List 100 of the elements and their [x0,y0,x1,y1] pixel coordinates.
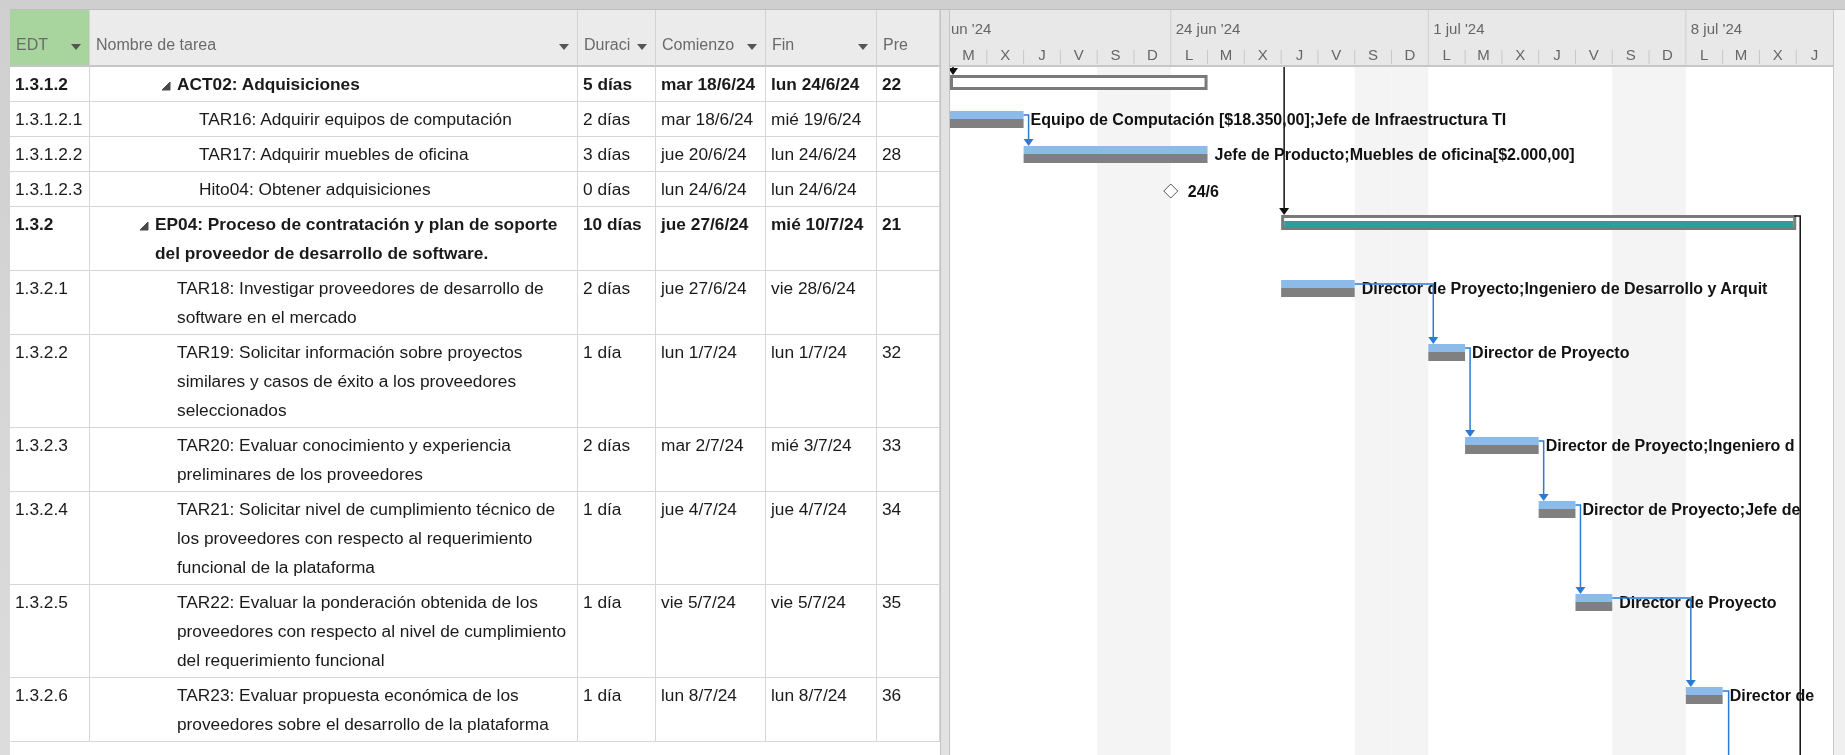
day-label: V [1073,46,1084,63]
start-date-cell: jue 27/6/24 [656,271,766,335]
start-date-cell: mar 18/6/24 [656,67,766,102]
day-label: M [962,46,975,63]
duration-cell: 1 día [578,492,656,585]
wbs-cell: 1.3.1.2.2 [10,137,90,172]
wbs-cell: 1.3.2.2 [10,335,90,428]
task-bar[interactable] [1685,687,1723,704]
duration-cell: 3 días [578,137,656,172]
task-name: TAR20: Evaluar conocimiento y experiencia preliminares de los proveedores [177,434,512,486]
day-label: J [1553,46,1561,63]
day-label: J [1810,46,1819,63]
start-date-cell: lun 8/7/24 [656,678,766,742]
task-name: EP04: Proceso de contratación y plan de soporte del proveedor de desarrollo de software. [155,213,559,265]
duration-cell: 2 días [578,271,656,335]
duration-cell: 2 días [578,428,656,492]
duration-cell: 5 días [578,67,656,102]
dropdown-arrow-icon[interactable] [747,44,757,50]
dropdown-arrow-icon[interactable] [858,44,868,50]
column-header[interactable]: Duraci [578,10,656,67]
duration-cell: 10 días [578,207,656,271]
task-name: TAR19: Solicitar información sobre proyectos similares y casos de éxito a los proveedores seleccionados [177,341,524,422]
start-date-cell: lun 24/6/24 [656,172,766,207]
wbs-cell: 1.3.2.3 [10,428,90,492]
task-bar[interactable] [1428,344,1466,361]
finish-date-cell: vie 5/7/24 [766,585,877,678]
task-name: ACT02: Adquisiciones [177,73,360,96]
task-name: Hito04: Obtener adquisiciones [199,178,431,201]
column-header[interactable]: Fin [766,10,877,67]
wbs-cell: 1.3.2 [10,207,90,271]
bar-label: Director de Proyecto;Jefe de [1582,501,1801,518]
day-label: D [1404,46,1416,63]
duration-cell: 2 días [578,102,656,137]
start-date-cell: lun 1/7/24 [656,335,766,428]
milestone-diamond-icon[interactable] [1163,183,1179,199]
bar-label: Director de Proyecto;Ingeniero d [1545,437,1795,454]
task-bar[interactable] [1538,501,1576,518]
wbs-cell: 1.3.2.1 [10,271,90,335]
wbs-cell: 1.3.1.2.1 [10,102,90,137]
finish-date-cell: mié 10/7/24 [766,207,877,271]
day-label: V [1331,46,1342,63]
day-label: V [1588,46,1599,63]
finish-date-cell: mié 3/7/24 [766,428,877,492]
start-date-cell: jue 27/6/24 [656,207,766,271]
collapse-icon[interactable] [139,221,149,231]
finish-date-cell: lun 8/7/24 [766,678,877,742]
task-name: TAR22: Evaluar la ponderación obtenida de los proveedores con respecto al nivel de cumplimiento del requerimiento funcional [177,591,568,672]
day-label: J [1038,46,1046,63]
wbs-cell: 1.3.2.6 [10,678,90,742]
week-label: 8 jul '24 [1690,20,1743,37]
week-label: 1 jul '24 [1433,20,1485,37]
task-name: TAR23: Evaluar propuesta económica de los proveedores sobre el desarrollo de la plataforma [177,684,550,736]
start-date-cell: jue 20/6/24 [656,137,766,172]
bar-label: 24/6 [1187,183,1219,200]
day-label: M [1477,46,1490,63]
bar-label: Director de Proyecto [1472,344,1630,361]
day-label: S [1110,46,1121,63]
duration-cell: 0 días [578,172,656,207]
day-label: L [1700,46,1709,63]
day-label: D [1146,46,1158,63]
task-bar[interactable] [1575,594,1613,611]
day-label: M [1734,46,1748,63]
start-date-cell: mar 2/7/24 [656,428,766,492]
column-header[interactable]: Pre [877,10,940,67]
column-header[interactable]: EDT [10,10,90,67]
column-header[interactable]: Comienzo [656,10,766,67]
start-date-cell: jue 4/7/24 [656,492,766,585]
summary-bar[interactable] [950,75,1208,90]
summary-bar[interactable] [1281,215,1797,230]
column-header[interactable]: Nombre de tarea [90,10,578,67]
day-label: M [1219,46,1233,63]
dependency-arrow [950,66,958,75]
week-label: 24 jun '24 [1175,20,1241,37]
task-name: TAR17: Adquirir muebles de oficina [199,143,469,166]
wbs-cell: 1.3.1.2 [10,67,90,102]
week-label: un '24 [951,20,992,37]
finish-date-cell: mié 19/6/24 [766,102,877,137]
dropdown-arrow-icon[interactable] [71,44,81,50]
finish-date-cell: vie 28/6/24 [766,271,877,335]
wbs-cell: 1.3.2.4 [10,492,90,585]
task-name: TAR21: Solicitar nivel de cumplimiento técnico de los proveedores con respecto al requerimiento funcional de la plataforma [177,498,557,579]
dependency-line [1721,690,1730,755]
finish-date-cell: lun 24/6/24 [766,172,877,207]
day-label: S [1625,46,1636,63]
day-label: X [1257,46,1268,63]
day-label: D [1662,46,1673,63]
day-label: X [1515,46,1526,63]
day-label: L [1184,46,1194,63]
collapse-icon[interactable] [161,81,171,91]
dropdown-arrow-icon[interactable] [637,44,647,50]
start-date-cell: vie 5/7/24 [656,585,766,678]
finish-date-cell: lun 24/6/24 [766,67,877,102]
duration-cell: 1 día [578,335,656,428]
scrollbar[interactable] [1833,10,1845,755]
wbs-cell: 1.3.1.2.3 [10,172,90,207]
dropdown-arrow-icon[interactable] [559,44,569,50]
task-name: TAR18: Investigar proveedores de desarrollo de software en el mercado [177,277,545,329]
day-label: X [1000,46,1011,63]
start-date-cell: mar 18/6/24 [656,102,766,137]
day-label: S [1368,46,1379,63]
